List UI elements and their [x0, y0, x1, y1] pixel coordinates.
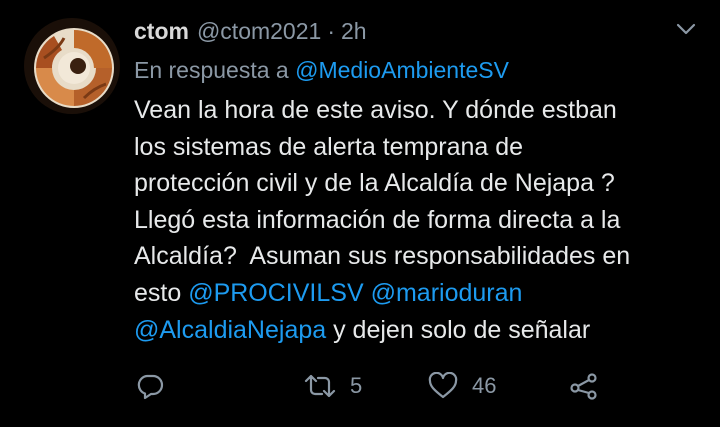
heart-icon — [428, 372, 458, 399]
retweet-button[interactable]: 5 — [304, 366, 362, 406]
reply-icon — [137, 374, 164, 400]
author-name[interactable]: ctom — [134, 14, 189, 48]
body-line: protección civil y de la Alcaldía de Nej… — [134, 169, 615, 198]
body-line-mentions: esto @PROCIVILSV @marioduran — [134, 275, 694, 312]
header-separator: · — [327, 18, 335, 44]
mention-procivil[interactable]: @PROCIVILSV — [188, 279, 363, 307]
retweet-count: 5 — [350, 373, 363, 398]
retweet-icon — [304, 374, 336, 398]
tweet-content: ctom @ctom2021 · 2h En respuesta a @Medi… — [134, 14, 694, 348]
mention-marioduran[interactable]: @marioduran — [371, 279, 523, 307]
tweet-body: Vean la hora de este aviso. Y dónde estb… — [134, 92, 694, 348]
reply-prefix: En respuesta a — [134, 57, 289, 83]
body-line: Vean la hora de este aviso. Y dónde estb… — [134, 96, 617, 124]
like-button[interactable]: 46 — [428, 366, 496, 406]
body-line: los sistemas de alerta temprana de — [134, 132, 524, 161]
body-line: Llegó esta información de forma directa … — [134, 205, 621, 234]
tweet-actions: 5 46 — [134, 366, 634, 406]
body-line-last: @AlcaldiaNejapa y dejen solo de señalar — [134, 312, 694, 349]
body-text: esto — [134, 278, 189, 307]
share-icon — [570, 373, 597, 400]
reply-to-mention[interactable]: @MedioAmbienteSV — [295, 57, 509, 83]
mention-alcaldia[interactable]: @AlcaldiaNejapa — [134, 316, 326, 344]
tweet-header: ctom @ctom2021 · 2h — [134, 14, 694, 48]
share-button[interactable] — [569, 366, 599, 406]
reply-context: En respuesta a @MedioAmbienteSV — [134, 52, 694, 88]
chevron-down-icon[interactable] — [676, 22, 696, 36]
avatar[interactable] — [24, 18, 120, 114]
nautilus-shell-image — [24, 18, 120, 114]
like-count: 46 — [472, 373, 497, 398]
tweet-time[interactable]: 2h — [341, 14, 367, 48]
author-handle[interactable]: @ctom2021 — [197, 14, 321, 48]
reply-button[interactable] — [136, 366, 164, 406]
body-line: Alcaldía? Asuman sus responsabilidades e… — [134, 242, 631, 271]
body-text: y dejen solo de señalar — [326, 315, 591, 344]
